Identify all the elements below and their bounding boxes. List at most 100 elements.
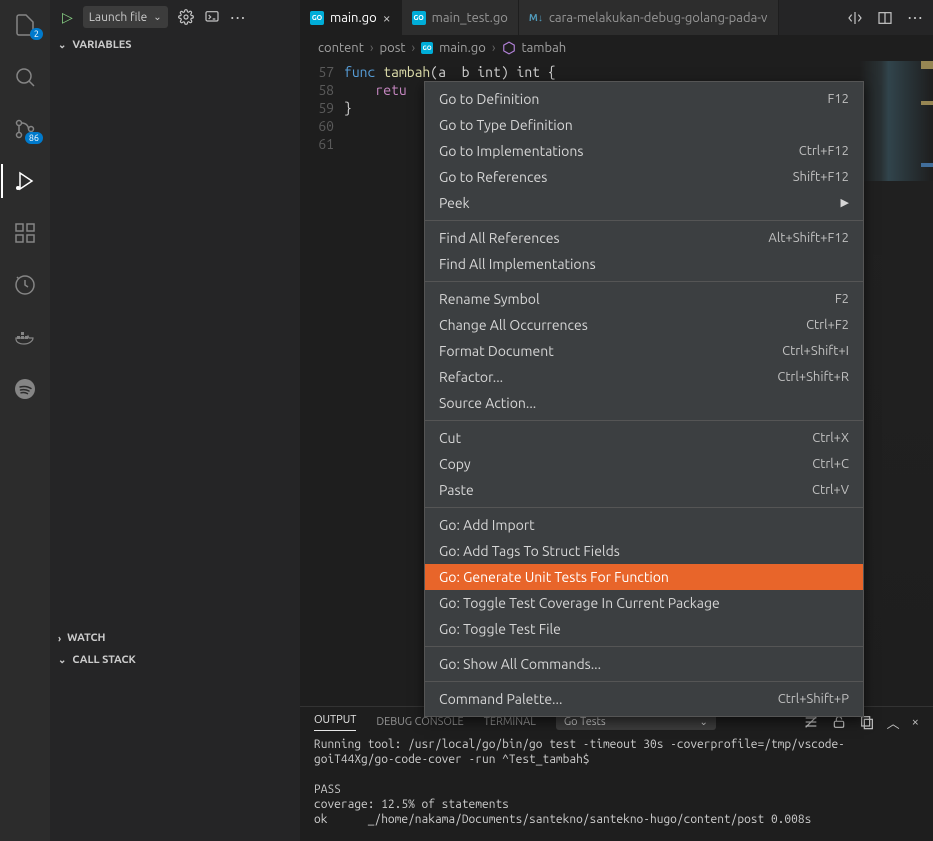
- menu-item[interactable]: CopyCtrl+C: [425, 451, 863, 477]
- variables-label: VARIABLES: [72, 39, 131, 51]
- callstack-section[interactable]: ⌄ CALL STACK: [50, 649, 300, 671]
- minimap[interactable]: [859, 61, 933, 706]
- menu-item-label: Go: Add Import: [439, 516, 535, 534]
- close-icon[interactable]: ×: [383, 10, 391, 26]
- menu-item-label: Change All Occurrences: [439, 316, 588, 334]
- crumb[interactable]: post: [379, 41, 405, 55]
- menu-item[interactable]: Go: Toggle Test Coverage In Current Pack…: [425, 590, 863, 616]
- menu-separator: [425, 681, 863, 682]
- menu-item[interactable]: Go to Definition F12: [425, 86, 863, 112]
- chevron-up-icon[interactable]: ︿: [887, 713, 900, 732]
- menu-shortcut: F12: [827, 90, 849, 108]
- menu-item-label: Go: Generate Unit Tests For Function: [439, 568, 669, 586]
- menu-item[interactable]: Refactor...Ctrl+Shift+R: [425, 364, 863, 390]
- menu-item-label: Go to References: [439, 168, 547, 186]
- menu-item[interactable]: Find All ReferencesAlt+Shift+F12: [425, 225, 863, 251]
- menu-item[interactable]: Rename SymbolF2: [425, 286, 863, 312]
- watch-label: WATCH: [67, 632, 105, 644]
- menu-item-label: Source Action...: [439, 394, 536, 412]
- run-debug-icon[interactable]: [1, 164, 49, 198]
- watch-section[interactable]: › WATCH: [50, 627, 300, 649]
- menu-item[interactable]: Go: Show All Commands...: [425, 651, 863, 677]
- close-panel-icon[interactable]: ×: [912, 715, 919, 729]
- output-body[interactable]: Running tool: /usr/local/go/bin/go test …: [300, 737, 933, 841]
- chevron-down-icon: ⌄: [153, 11, 161, 23]
- spotify-icon[interactable]: [1, 372, 49, 406]
- menu-item[interactable]: Source Action...: [425, 390, 863, 416]
- menu-item-label: Go to Type Definition: [439, 116, 573, 134]
- menu-shortcut: Ctrl+F2: [806, 316, 849, 334]
- panel-tab-output[interactable]: OUTPUT: [314, 714, 356, 731]
- compare-icon[interactable]: [847, 10, 863, 26]
- scm-badge: 86: [25, 132, 43, 144]
- tab-label: cara-melakukan-debug-golang-pada-vsc: [549, 11, 768, 25]
- line-numbers: 57 58 59 60 61: [300, 61, 344, 706]
- submenu-arrow-icon: ▶: [841, 194, 849, 212]
- menu-shortcut: Ctrl+Shift+R: [777, 368, 849, 386]
- tab-main-test-go[interactable]: GO main_test.go: [402, 0, 519, 35]
- debug-console-icon[interactable]: [204, 9, 220, 25]
- more-icon[interactable]: ⋯: [230, 8, 246, 27]
- menu-item[interactable]: Go to ReferencesShift+F12: [425, 164, 863, 190]
- menu-item[interactable]: Go: Generate Unit Tests For Function: [425, 564, 863, 590]
- menu-item-label: Go: Add Tags To Struct Fields: [439, 542, 620, 560]
- menu-item[interactable]: Format Document Ctrl+Shift+I: [425, 338, 863, 364]
- search-icon[interactable]: [1, 60, 49, 94]
- source-control-icon[interactable]: 86: [1, 112, 49, 146]
- menu-item[interactable]: Find All Implementations: [425, 251, 863, 277]
- menu-item[interactable]: Go: Add Tags To Struct Fields: [425, 538, 863, 564]
- menu-item-label: Find All Implementations: [439, 255, 596, 273]
- timeline-icon[interactable]: [1, 268, 49, 302]
- chevron-down-icon: ⌄: [699, 716, 707, 728]
- explorer-icon[interactable]: 2: [1, 8, 49, 42]
- docker-icon[interactable]: [1, 320, 49, 354]
- chevron-right-icon: ›: [411, 41, 415, 55]
- menu-item[interactable]: Peek ▶: [425, 190, 863, 216]
- crumb[interactable]: main.go: [439, 41, 486, 55]
- tab-main-go[interactable]: GO main.go ×: [300, 0, 402, 35]
- menu-item[interactable]: Go: Add Import: [425, 512, 863, 538]
- debug-sidebar: ▷ Launch file ⌄ ⋯ ⌄ VARIABLES › WATCH ⌄ …: [50, 0, 300, 841]
- variables-section[interactable]: ⌄ VARIABLES: [50, 34, 300, 56]
- menu-shortcut: Ctrl+Shift+I: [782, 342, 849, 360]
- menu-item-label: Go: Toggle Test Coverage In Current Pack…: [439, 594, 720, 612]
- tab-label: main_test.go: [432, 11, 508, 25]
- menu-item[interactable]: PasteCtrl+V: [425, 477, 863, 503]
- tab-markdown-doc[interactable]: M↓ cara-melakukan-debug-golang-pada-vsc: [519, 0, 779, 35]
- panel-tab-terminal[interactable]: TERMINAL: [484, 716, 536, 728]
- launch-config-select[interactable]: Launch file ⌄: [83, 6, 168, 28]
- menu-item-label: Format Document: [439, 342, 554, 360]
- go-file-icon: GO: [310, 11, 324, 25]
- menu-item-label: Go to Implementations: [439, 142, 583, 160]
- explorer-badge: 2: [30, 28, 43, 40]
- breadcrumb[interactable]: content › post › GO main.go › tambah: [300, 35, 933, 61]
- chevron-right-icon: ›: [58, 633, 61, 644]
- launch-config-label: Launch file: [89, 11, 147, 24]
- menu-item-label: Peek: [439, 194, 470, 212]
- menu-item[interactable]: Command Palette...Ctrl+Shift+P: [425, 686, 863, 712]
- chevron-down-icon: ⌄: [58, 654, 66, 666]
- crumb[interactable]: content: [318, 41, 364, 55]
- menu-shortcut: Ctrl+V: [812, 481, 849, 499]
- chevron-right-icon: ›: [370, 41, 374, 55]
- crumb[interactable]: tambah: [522, 41, 567, 55]
- more-icon[interactable]: ⋯: [907, 8, 923, 27]
- menu-separator: [425, 220, 863, 221]
- menu-shortcut: Ctrl+F12: [799, 142, 849, 160]
- menu-item-label: Go to Definition: [439, 90, 539, 108]
- menu-item[interactable]: Change All Occurrences Ctrl+F2: [425, 312, 863, 338]
- menu-item[interactable]: Go: Toggle Test File: [425, 616, 863, 642]
- menu-shortcut: Ctrl+C: [812, 455, 849, 473]
- split-editor-icon[interactable]: [877, 10, 893, 26]
- editor-context-menu[interactable]: Go to Definition F12 Go to Type Definition…: [424, 81, 864, 717]
- menu-item[interactable]: Go to Implementations Ctrl+F12: [425, 138, 863, 164]
- panel-tab-debug[interactable]: DEBUG CONSOLE: [376, 716, 463, 728]
- extensions-icon[interactable]: [1, 216, 49, 250]
- menu-item[interactable]: Go to Type Definition: [425, 112, 863, 138]
- chevron-right-icon: ›: [492, 41, 496, 55]
- editor-tabs: GO main.go × GO main_test.go M↓ cara-mel…: [300, 0, 933, 35]
- gear-icon[interactable]: [178, 9, 194, 25]
- start-debug-icon[interactable]: ▷: [62, 9, 73, 26]
- go-file-icon: GO: [421, 42, 433, 54]
- menu-item[interactable]: CutCtrl+X: [425, 425, 863, 451]
